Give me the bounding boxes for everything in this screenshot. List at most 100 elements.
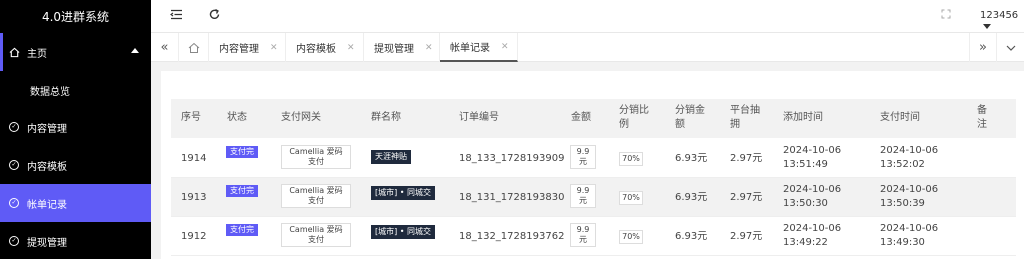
th-remark-line2: 注 [977,119,987,130]
tab-label: 帐单记录 [450,43,490,54]
th-ratio-line1: 分销比 [619,105,649,116]
cell-paid: 2024-10-06 13:52:02 [880,144,938,172]
amount-unit: 元 [579,235,587,244]
cell-dist-amount: 6.93元 [675,192,708,203]
tab-label: 内容管理 [219,44,259,55]
sidebar-parent-label: 主页 [27,48,47,60]
status-badge: 支付完 [226,146,258,158]
gateway-badge: Camellia 爱码 支付 [281,223,351,247]
paid-time: 13:50:39 [880,198,925,209]
paid-time: 13:52:02 [880,159,925,170]
th-ratio-line2: 例 [619,119,629,130]
sidebar: 4.0进群系统 主页 数据总览 ✓ 内容管理 ✓ 内容模板 ✓ 帐单记录 ✓ 提… [0,0,151,259]
home-tab-icon[interactable] [179,33,209,62]
user-menu[interactable]: 123456 [980,10,1024,32]
sidebar-item-billing-records[interactable]: ✓ 帐单记录 [0,184,151,222]
th-dist-line2: 额 [675,119,685,130]
tab-billing-records[interactable]: 帐单记录 ✕ [440,33,518,62]
gateway-line2: 支付 [308,235,324,244]
tabs-dropdown-icon[interactable] [997,33,1024,62]
home-icon [8,46,20,58]
tab-content-templates[interactable]: 内容模板 ✕ [286,33,364,62]
th-remark-line1: 备 [977,105,987,116]
check-circle-icon: ✓ [8,159,20,171]
gateway-line2: 支付 [308,196,324,205]
tabs-scroll-right-icon[interactable]: » [969,33,997,62]
cell-id: 1912 [181,231,207,242]
close-icon[interactable]: ✕ [270,43,278,53]
cell-paid: 2024-10-06 13:50:39 [880,183,938,211]
amount-badge: 9.9 元 [570,223,596,247]
cell-commission: 2.97元 [730,192,763,203]
th-commission: 平台抽拥 [730,104,760,132]
th-dist-amount: 分销金额 [675,104,705,132]
tabs-scroll-left-icon[interactable]: « [151,33,179,62]
gateway-line2: 支付 [308,157,324,166]
close-icon[interactable]: ✕ [347,43,355,53]
cell-id: 1913 [181,192,207,203]
table-row[interactable]: 1912 支付完 Camellia 爱码 支付 [城市] • 同城交 18_132… [171,217,1016,256]
sidebar-item-label: 数据总览 [30,86,70,98]
close-icon[interactable]: ✕ [501,42,509,52]
amount-unit: 元 [579,196,587,205]
ratio-badge: 70% [619,191,643,205]
paid-date: 2024-10-06 [880,223,939,234]
sidebar-parent-home[interactable]: 主页 [0,33,151,71]
created-date: 2024-10-06 [783,223,842,234]
cell-created: 2024-10-06 13:50:30 [783,183,841,211]
check-circle-icon: ✓ [8,235,20,247]
paid-date: 2024-10-06 [880,145,939,156]
app-root: 4.0进群系统 主页 数据总览 ✓ 内容管理 ✓ 内容模板 ✓ 帐单记录 ✓ 提… [0,0,1024,259]
amount-badge: 9.9 元 [570,145,596,169]
amount-value: 9.9 [576,186,590,195]
th-order: 订单编号 [459,112,499,123]
tab-content-management[interactable]: 内容管理 ✕ [209,33,286,62]
billing-records-card: 序号 状态 支付网关 群名称 订单编号 金额 分销比例 分销金额 平台抽拥 添加… [161,71,1024,259]
refresh-icon[interactable] [208,8,221,25]
fullscreen-icon[interactable] [941,9,951,22]
sidebar-item-label: 帐单记录 [27,199,67,211]
caret-up-icon[interactable] [131,48,139,53]
gateway-line1: Camellia 爱码 [289,225,343,234]
amount-badge: 9.9 元 [570,184,596,208]
tab-label: 内容模板 [296,44,336,55]
close-icon[interactable]: ✕ [425,43,433,53]
cell-id: 1914 [181,153,207,164]
cell-commission: 2.97元 [730,153,763,164]
ratio-badge: 70% [619,152,643,166]
sidebar-item-dashboard[interactable]: 数据总览 [0,71,151,109]
top-header: 123456 [151,0,1024,33]
group-badge: [城市] • 同城交 [371,225,436,239]
table-header: 序号 状态 支付网关 群名称 订单编号 金额 分销比例 分销金额 平台抽拥 添加… [171,99,1016,138]
menu-fold-icon[interactable] [170,8,183,25]
th-gateway: 支付网关 [281,112,321,123]
th-amount: 金额 [571,112,591,123]
group-badge: 天涯神贴 [371,150,411,164]
sidebar-item-withdrawal-management[interactable]: ✓ 提现管理 [0,222,151,259]
sidebar-item-label: 提现管理 [27,237,67,249]
amount-value: 9.9 [576,225,590,234]
gateway-line1: Camellia 爱码 [289,186,343,195]
gateway-line1: Camellia 爱码 [289,147,343,156]
table-row[interactable]: 1913 支付完 Camellia 爱码 支付 [城市] • 同城交 18_131… [171,178,1016,217]
table-row[interactable]: 1914 支付完 Camellia 爱码 支付 天涯神贴 18_133_17281… [171,139,1016,178]
th-commission-line1: 平台抽 [730,105,760,116]
th-group: 群名称 [371,112,401,123]
sidebar-item-content-templates[interactable]: ✓ 内容模板 [0,146,151,184]
status-badge: 支付完 [226,185,258,197]
created-date: 2024-10-06 [783,145,842,156]
caret-down-icon [983,23,991,29]
cell-dist-amount: 6.93元 [675,231,708,242]
cell-paid: 2024-10-06 13:49:30 [880,222,938,250]
status-badge: 支付完 [226,224,258,236]
tab-bar: « 内容管理 ✕ 内容模板 ✕ 提现管理 ✕ 帐单记录 ✕ » [151,33,1024,62]
tab-withdrawal-management[interactable]: 提现管理 ✕ [364,33,440,62]
tab-label: 提现管理 [374,44,414,55]
th-status: 状态 [227,112,247,123]
app-title: 4.0进群系统 [41,10,110,24]
sidebar-item-content-management[interactable]: ✓ 内容管理 [0,108,151,146]
created-time: 13:49:22 [783,237,828,248]
paid-time: 13:49:30 [880,237,925,248]
gateway-badge: Camellia 爱码 支付 [281,184,351,208]
th-id: 序号 [181,112,201,123]
